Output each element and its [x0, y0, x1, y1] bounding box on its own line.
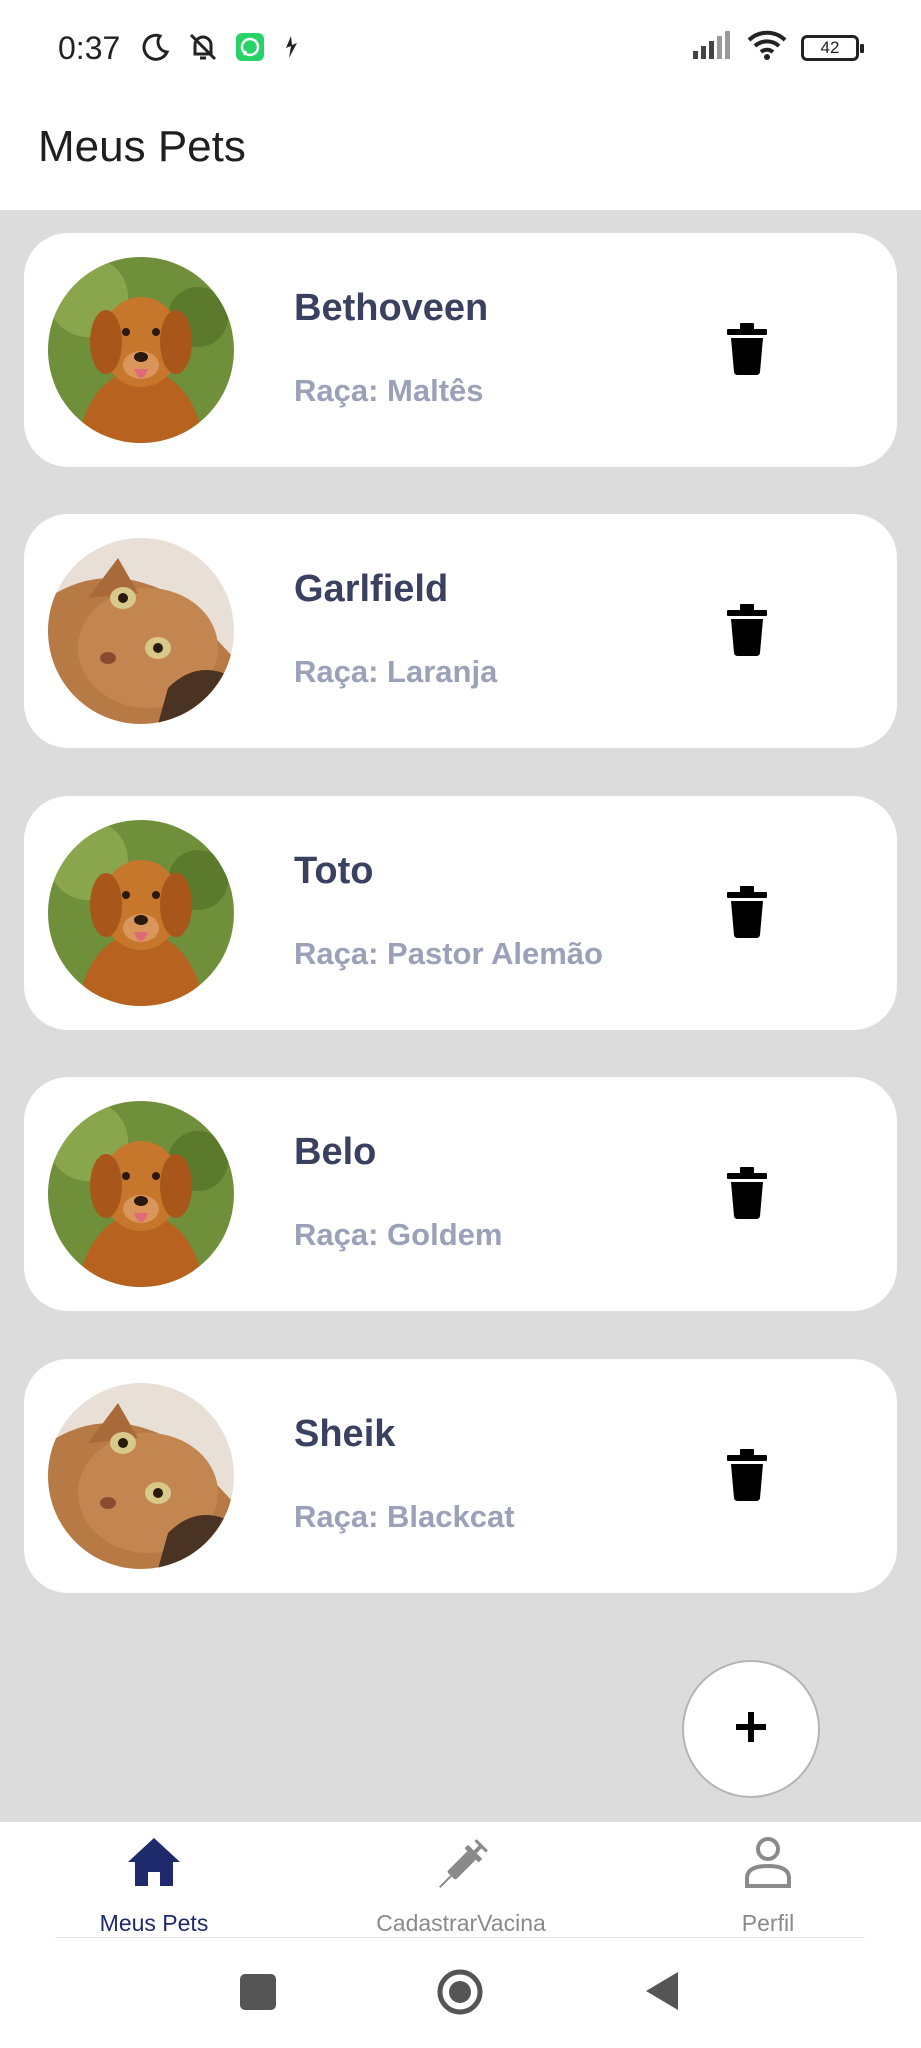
battery-level: 42 [820, 37, 840, 57]
pet-photo-cat [48, 1383, 234, 1569]
delete-icon[interactable] [724, 886, 770, 938]
signal-icon [691, 31, 733, 64]
delete-icon[interactable] [724, 1449, 770, 1501]
muted-bell-icon [186, 32, 220, 67]
nav-item-perfil[interactable]: Perfil [618, 1822, 918, 1938]
pet-photo-cat [48, 538, 234, 724]
whatsapp-icon [236, 33, 264, 66]
status-bar: 0:37 42 [0, 0, 921, 100]
wifi-icon [747, 30, 787, 65]
nav-item-meus-pets[interactable]: Meus Pets [4, 1822, 304, 1938]
status-time: 0:37 [58, 30, 121, 66]
delete-icon[interactable] [724, 323, 770, 375]
back-icon[interactable] [644, 1970, 680, 2017]
pet-name: Sheik [294, 1413, 396, 1455]
page-title: Meus Pets [38, 122, 246, 171]
delete-icon[interactable] [724, 604, 770, 656]
nav-label: CadastrarVacina [376, 1910, 546, 1936]
home-system-icon[interactable] [436, 1968, 484, 2021]
recents-icon[interactable] [240, 1974, 276, 2015]
pet-card[interactable]: Garlfield Raça: Laranja [24, 514, 897, 748]
home-icon [126, 1836, 182, 1891]
pet-breed: Raça: Laranja [294, 654, 498, 689]
pet-photo-dog [48, 820, 234, 1006]
pet-breed: Raça: Pastor Alemão [294, 936, 603, 971]
moon-icon [140, 32, 170, 67]
nav-label: Perfil [741, 1910, 795, 1936]
app-header: Meus Pets [0, 100, 921, 210]
pet-breed: Raça: Goldem [294, 1217, 503, 1252]
pet-photo-dog [48, 1101, 234, 1287]
bottom-nav: Meus Pets CadastrarVacina Perfil [0, 1822, 921, 1938]
nav-label: Meus Pets [99, 1910, 209, 1936]
plus-icon [734, 1710, 768, 1749]
pet-card[interactable]: Sheik Raça: Blackcat [24, 1359, 897, 1593]
pet-name: Bethoveen [294, 287, 489, 329]
pet-name: Garlfield [294, 568, 449, 610]
pet-name: Toto [294, 850, 374, 892]
person-icon [743, 1836, 793, 1893]
add-pet-button[interactable] [682, 1660, 820, 1798]
syringe-icon [431, 1836, 491, 1901]
pet-name: Belo [294, 1131, 377, 1173]
pet-breed: Raça: Blackcat [294, 1499, 515, 1534]
pet-breed: Raça: Maltês [294, 373, 484, 408]
nav-item-cadastrar-vacina[interactable]: CadastrarVacina [311, 1822, 611, 1938]
app-notification-icon [280, 34, 302, 65]
delete-icon[interactable] [724, 1167, 770, 1219]
pet-photo-dog [48, 257, 234, 443]
battery-icon: 42 [801, 34, 864, 61]
system-nav-bar [0, 1938, 921, 2048]
pet-card[interactable]: Bethoveen Raça: Maltês [24, 233, 897, 467]
pet-card[interactable]: Toto Raça: Pastor Alemão [24, 796, 897, 1030]
pet-card[interactable]: Belo Raça: Goldem [24, 1077, 897, 1311]
